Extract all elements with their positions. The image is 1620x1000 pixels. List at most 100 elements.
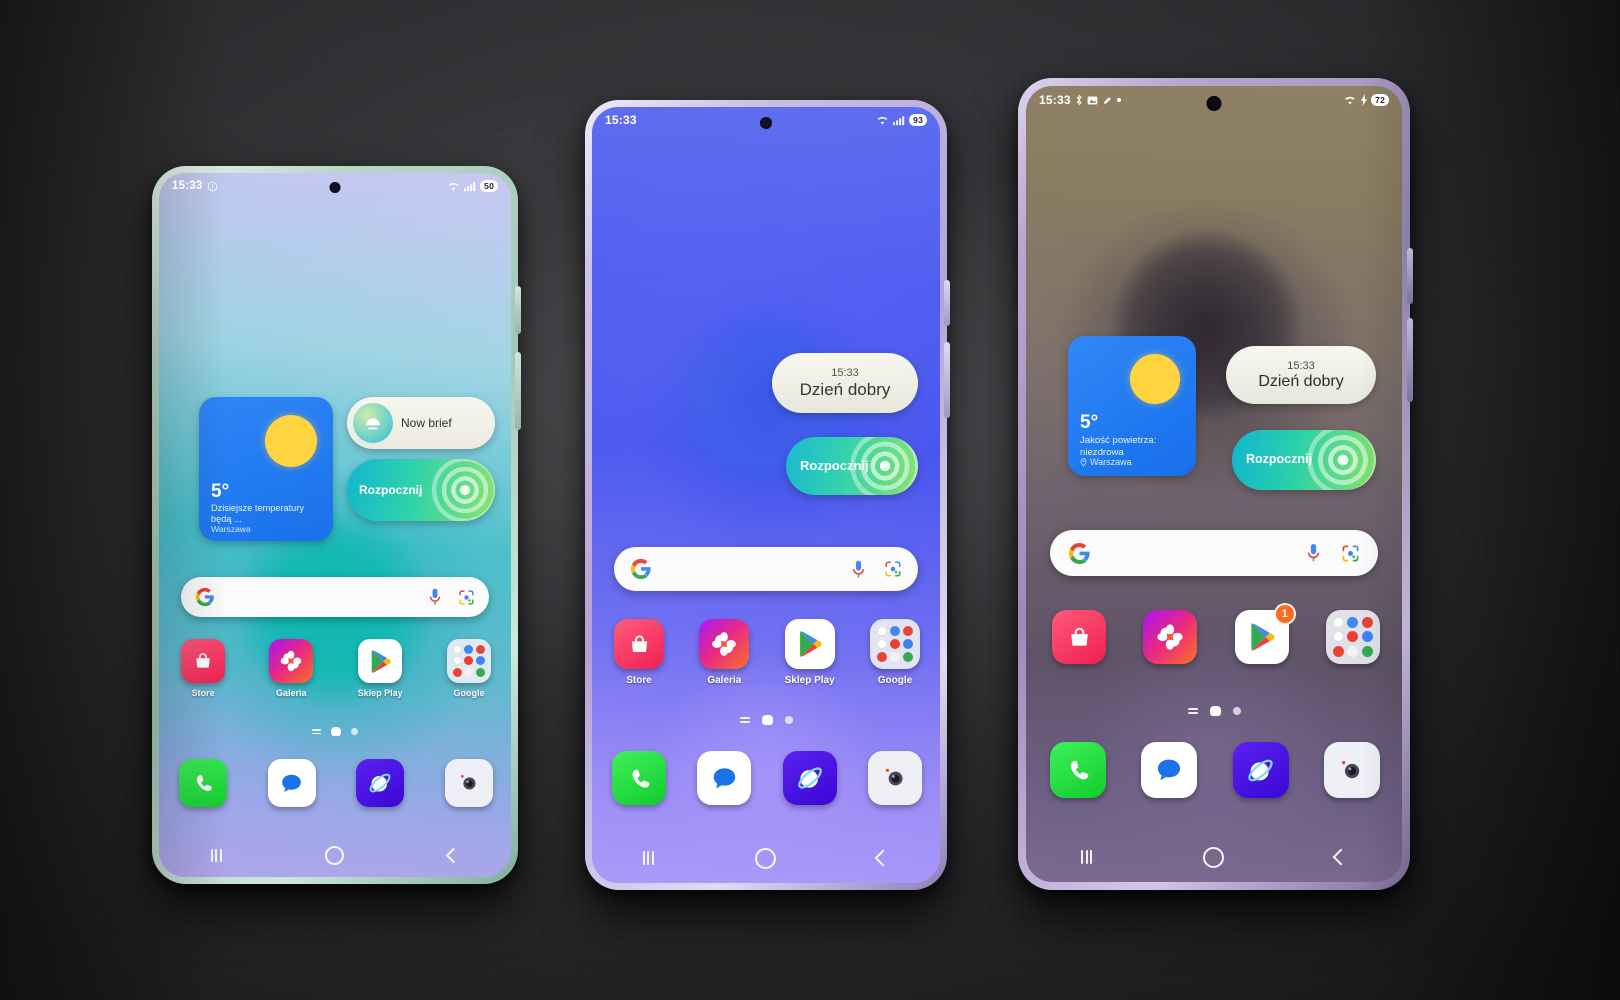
- app-play-store[interactable]: Sklep Play: [358, 639, 403, 698]
- start-widget[interactable]: Rozpocznij: [786, 437, 918, 495]
- messages-icon[interactable]: [697, 751, 752, 805]
- app-gallery[interactable]: Galeria: [269, 639, 314, 698]
- home-button[interactable]: [754, 847, 776, 869]
- phone-right[interactable]: 15:33 72 5° Jakość powietrza: niezdrowa …: [1018, 78, 1413, 890]
- page-indicator[interactable]: [1026, 706, 1402, 716]
- back-button[interactable]: [874, 849, 892, 867]
- messages-icon[interactable]: [267, 759, 316, 807]
- phone-right-screen[interactable]: 15:33 72 5° Jakość powietrza: niezdrowa …: [1026, 86, 1402, 882]
- recents-button[interactable]: [1081, 850, 1093, 864]
- recents-button[interactable]: [642, 851, 654, 865]
- internet-icon[interactable]: [356, 759, 405, 807]
- app-gallery[interactable]: [1143, 610, 1198, 664]
- play-store-icon[interactable]: [358, 639, 403, 683]
- google-folder-icon[interactable]: [446, 639, 491, 683]
- app-label: Galeria: [707, 675, 742, 686]
- app-list-icon[interactable]: [312, 728, 321, 735]
- page-indicator[interactable]: [592, 715, 940, 725]
- google-lens-icon[interactable]: [1341, 544, 1360, 563]
- weather-widget[interactable]: 5° Jakość powietrza: niezdrowa Warszawa: [1068, 336, 1196, 476]
- app-list-icon[interactable]: [1187, 707, 1198, 715]
- google-folder-icon[interactable]: [869, 619, 920, 669]
- phone-left[interactable]: 15:33 50 5° Dzisiejsze temperatury będą …: [152, 166, 521, 884]
- app-google-folder[interactable]: [1325, 610, 1380, 664]
- app-store[interactable]: Store: [614, 619, 664, 686]
- home-page-dot[interactable]: [761, 715, 773, 725]
- phone-middle-volume-buttons[interactable]: [944, 342, 950, 418]
- gallery-icon[interactable]: [269, 639, 314, 683]
- app-store[interactable]: [1052, 610, 1106, 664]
- phone-middle-screen[interactable]: 15:33 93 15:33 Dzień dobry Rozpocznij St…: [592, 107, 940, 883]
- phone-left-side-buttons[interactable]: [515, 286, 521, 334]
- start-widget[interactable]: Rozpocznij: [1232, 430, 1376, 490]
- back-button[interactable]: [1332, 848, 1350, 866]
- app-play-store[interactable]: 1: [1234, 603, 1296, 664]
- gallery-icon[interactable]: [699, 619, 750, 669]
- home-page-dot[interactable]: [1209, 706, 1221, 716]
- mic-icon[interactable]: [851, 560, 866, 579]
- search-bar[interactable]: [614, 547, 918, 591]
- page-dot[interactable]: [351, 728, 358, 735]
- start-widget[interactable]: Rozpocznij: [347, 459, 495, 521]
- recents-button[interactable]: [210, 848, 222, 862]
- app-play-store[interactable]: Sklep Play: [785, 619, 835, 686]
- signal-icon: [893, 115, 905, 125]
- start-widget-label: Rozpocznij: [800, 457, 869, 473]
- play-store-icon[interactable]: [784, 619, 835, 669]
- google-g-logo-icon: [630, 558, 651, 580]
- google-folder-icon[interactable]: [1325, 610, 1380, 664]
- location-pin-icon: [1080, 457, 1087, 467]
- phone-icon[interactable]: [179, 759, 227, 807]
- internet-icon[interactable]: [1232, 742, 1289, 798]
- sun-icon: [265, 415, 317, 467]
- dock: [1050, 742, 1380, 798]
- gallery-icon[interactable]: [1143, 610, 1198, 664]
- page-indicator[interactable]: [159, 727, 511, 736]
- phone-icon[interactable]: [612, 751, 666, 805]
- phone-right-volume-buttons[interactable]: [1407, 318, 1413, 402]
- google-lens-icon[interactable]: [884, 560, 902, 578]
- app-google-folder[interactable]: Google: [446, 639, 491, 698]
- home-page-dot[interactable]: [331, 727, 341, 736]
- status-time: 15:33: [605, 113, 637, 127]
- google-lens-icon[interactable]: [458, 589, 475, 606]
- phone-left-screen[interactable]: 15:33 50 5° Dzisiejsze temperatury będą …: [159, 173, 511, 877]
- camera-icon[interactable]: [867, 751, 922, 805]
- back-button[interactable]: [445, 847, 462, 863]
- camera-icon[interactable]: [444, 759, 493, 807]
- page-dot[interactable]: [784, 716, 793, 724]
- phone-right-side-buttons[interactable]: [1407, 248, 1413, 304]
- messages-icon[interactable]: [1141, 742, 1198, 798]
- internet-icon[interactable]: [782, 751, 837, 805]
- now-brief-widget[interactable]: Now brief: [347, 397, 495, 449]
- phone-left-volume-buttons[interactable]: [515, 352, 521, 430]
- play-store-icon[interactable]: 1: [1234, 603, 1296, 664]
- search-bar[interactable]: [181, 577, 489, 617]
- phone-middle-side-buttons[interactable]: [944, 280, 950, 326]
- page-dot[interactable]: [1232, 707, 1241, 715]
- app-label: Galeria: [276, 688, 307, 698]
- phone-icon[interactable]: [1050, 742, 1106, 798]
- camera-icon[interactable]: [1323, 742, 1380, 798]
- store-icon[interactable]: [1052, 610, 1106, 664]
- store-icon[interactable]: [614, 619, 664, 669]
- store-icon[interactable]: [181, 639, 225, 683]
- phone-middle[interactable]: 15:33 93 15:33 Dzień dobry Rozpocznij St…: [585, 100, 950, 890]
- mic-icon[interactable]: [1306, 543, 1321, 563]
- brief-glyph-icon: [366, 418, 380, 430]
- home-button[interactable]: [1202, 846, 1224, 868]
- greeting-widget[interactable]: 15:33 Dzień dobry: [772, 353, 918, 413]
- weather-temperature: 5°: [211, 481, 230, 502]
- home-button[interactable]: [325, 845, 345, 865]
- weather-widget[interactable]: 5° Dzisiejsze temperatury będą ... Warsz…: [199, 397, 333, 541]
- app-list-icon[interactable]: [739, 716, 750, 724]
- search-bar[interactable]: [1050, 530, 1378, 576]
- weather-location-label: Warszawa: [1090, 457, 1132, 467]
- app-google-folder[interactable]: Google: [869, 619, 920, 686]
- app-store[interactable]: Store: [181, 639, 225, 698]
- app-row: Store Galeria Sklep Play Google: [181, 639, 491, 698]
- greeting-widget[interactable]: 15:33 Dzień dobry: [1226, 346, 1376, 404]
- mic-icon[interactable]: [428, 588, 442, 606]
- app-gallery[interactable]: Galeria: [699, 619, 750, 686]
- status-time: 15:33: [172, 180, 203, 192]
